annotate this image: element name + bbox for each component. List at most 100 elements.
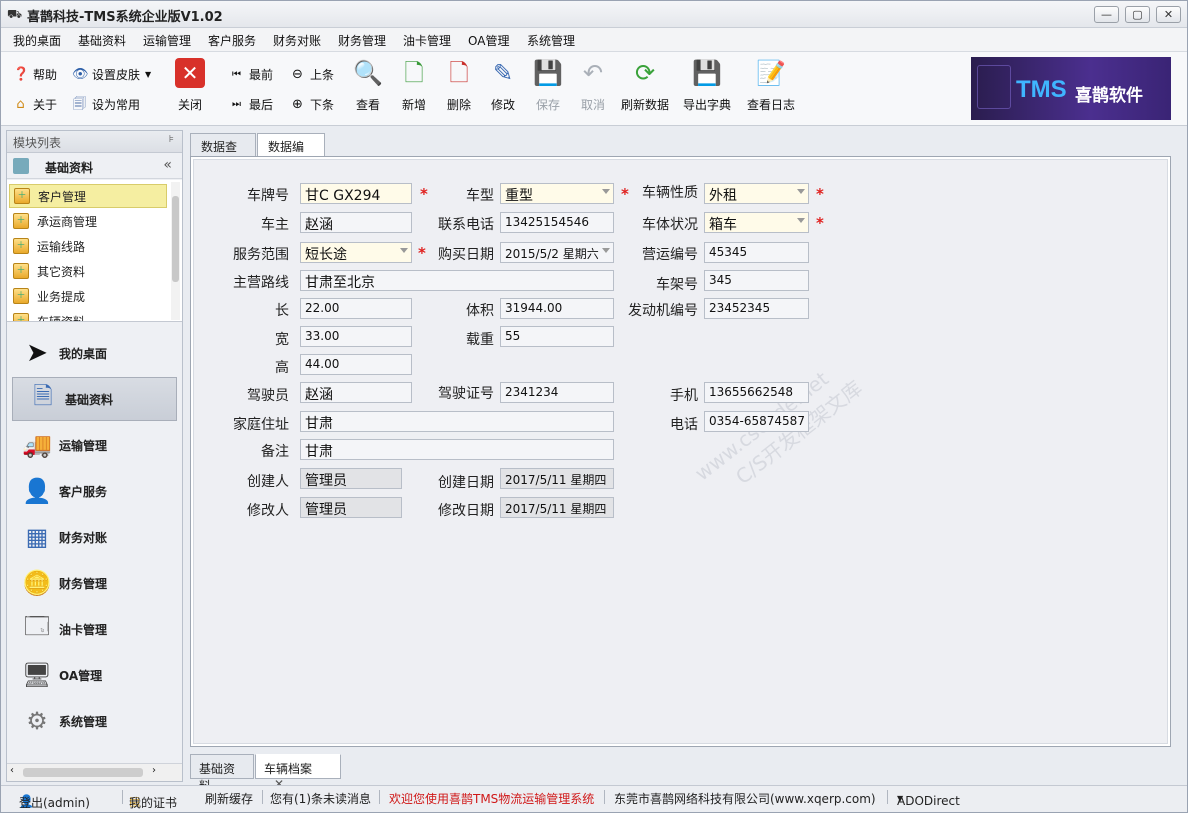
nav-system[interactable]: ⚙ 系统管理 <box>7 699 182 743</box>
maximize-button[interactable]: ▢ <box>1125 6 1150 23</box>
engine-field[interactable]: 23452345 <box>704 298 809 319</box>
nav-oilcard[interactable]: 🗔 油卡管理 <box>7 607 182 651</box>
prev-button[interactable]: ⊖ 上条 <box>290 66 334 83</box>
nav-oa[interactable]: 🖥 OA管理 <box>7 653 182 697</box>
length-field[interactable]: 22.00 <box>300 298 412 319</box>
doc-tab-basic[interactable]: 基础资料 <box>190 754 254 793</box>
export-button[interactable]: 💾 导出字典 <box>680 58 734 120</box>
owner-label: 车主 <box>261 217 289 233</box>
tree-scrollbar[interactable] <box>171 182 180 320</box>
close-icon: ✕ <box>175 58 205 88</box>
volume-field[interactable]: 31944.00 <box>500 298 614 319</box>
scroll-thumb[interactable] <box>172 196 179 282</box>
first-icon: ⏮ <box>232 69 241 80</box>
phone-field[interactable]: 13425154546 <box>500 212 614 233</box>
type-select[interactable]: 重型 <box>500 183 614 204</box>
buy-date-picker[interactable]: 2015/5/2 星期六 <box>500 242 614 263</box>
pin-icon[interactable]: ⊧ <box>169 134 174 145</box>
log-button[interactable]: 📝 查看日志 <box>742 58 800 120</box>
mobile-field[interactable]: 13655662548 <box>704 382 809 403</box>
undo-icon: ↶ <box>582 59 604 87</box>
driver-field[interactable]: 赵涵 <box>300 382 412 403</box>
menu-basic[interactable]: 基础资料 <box>78 32 126 49</box>
tree-item-commission[interactable]: ＋业务提成 <box>9 284 167 308</box>
load-field[interactable]: 55 <box>500 326 614 347</box>
menu-oa[interactable]: OA管理 <box>468 32 509 49</box>
menu-desktop[interactable]: 我的桌面 <box>13 32 61 49</box>
first-button[interactable]: ⏮ 最前 <box>229 66 273 83</box>
opno-field[interactable]: 45345 <box>704 242 809 263</box>
route-field[interactable]: 甘肃至北京 <box>300 270 614 291</box>
sidebar-group-basic[interactable]: 基础资料 « <box>7 153 182 179</box>
coins-icon: 🪙 <box>22 569 52 597</box>
bookmark-icon: 🗐 <box>73 97 86 112</box>
width-field[interactable]: 33.00 <box>300 326 412 347</box>
module-icon: ＋ <box>13 263 29 279</box>
menu-reconcile[interactable]: 财务对账 <box>273 32 321 49</box>
user-icon: 👤 <box>22 477 52 505</box>
close-button[interactable]: ✕ 关闭 <box>163 58 217 120</box>
next-button[interactable]: ⊕ 下条 <box>290 96 334 113</box>
divider <box>122 790 123 804</box>
nav-basic[interactable]: 🗎 基础资料 <box>12 377 177 421</box>
module-icon: ＋ <box>13 288 29 304</box>
body-select[interactable]: 箱车 <box>704 212 809 233</box>
owner-field[interactable]: 赵涵 <box>300 212 412 233</box>
menu-finance[interactable]: 财务管理 <box>338 32 386 49</box>
about-button[interactable]: ⌂ 关于 <box>13 96 57 113</box>
tel-field[interactable]: 0354-65874587 <box>704 411 809 432</box>
welcome-text: 欢迎您使用喜鹊TMS物流运输管理系统 <box>389 792 595 806</box>
tree-item-carrier[interactable]: ＋承运商管理 <box>9 209 167 233</box>
refresh-button[interactable]: ⟳ 刷新数据 <box>618 58 672 120</box>
export-icon: 💾 <box>692 59 722 87</box>
collapse-icon[interactable]: « <box>163 157 172 173</box>
note-field[interactable]: 甘肃 <box>300 439 614 460</box>
skin-button[interactable]: 👁 设置皮肤 ▼ <box>72 66 151 83</box>
scroll-right-icon[interactable]: › <box>152 765 156 776</box>
cancel-button[interactable]: ↶ 取消 <box>566 58 620 120</box>
nav-reconcile[interactable]: ▦ 财务对账 <box>7 515 182 559</box>
nav-desktop[interactable]: ➤ 我的桌面 <box>7 331 182 375</box>
unread-messages[interactable]: 您有(1)条未读消息 <box>270 790 371 807</box>
scope-select[interactable]: 短长途 <box>300 242 412 263</box>
tab-query[interactable]: 数据查询 <box>190 133 256 171</box>
minimize-button[interactable]: — <box>1094 6 1119 23</box>
set-common-button[interactable]: 🗐 设为常用 <box>72 96 140 113</box>
hscroll-thumb[interactable] <box>23 768 143 777</box>
tree-item-customer[interactable]: ＋客户管理 <box>9 184 167 208</box>
tree-item-route[interactable]: ＋运输线路 <box>9 234 167 258</box>
spreadsheet-icon: ▦ <box>25 523 49 551</box>
nature-select[interactable]: 外租 <box>704 183 809 204</box>
plate-field[interactable]: 甘C GX294 <box>300 183 412 204</box>
scroll-left-icon[interactable]: ‹ <box>10 765 14 776</box>
nav-finance[interactable]: 🪙 财务管理 <box>7 561 182 605</box>
menu-customer[interactable]: 客户服务 <box>208 32 256 49</box>
module-sidebar: 模块列表 ⊧ 基础资料 « ＋客户管理 ＋承运商管理 ＋运输线路 ＋其它资料 ＋业… <box>6 130 183 782</box>
license-label: 驾驶证号 <box>438 386 494 402</box>
close-window-button[interactable]: ✕ <box>1156 6 1181 23</box>
menu-system[interactable]: 系统管理 <box>527 32 575 49</box>
menu-transport[interactable]: 运输管理 <box>143 32 191 49</box>
create-date-label: 创建日期 <box>438 475 494 491</box>
frame-field[interactable]: 345 <box>704 270 809 291</box>
refresh-cache-button[interactable]: 刷新缓存 <box>205 790 253 807</box>
divider <box>379 790 380 804</box>
height-field[interactable]: 44.00 <box>300 354 412 375</box>
tab-edit[interactable]: 数据编辑 <box>257 133 325 171</box>
address-field[interactable]: 甘肃 <box>300 411 614 432</box>
help-button[interactable]: ❓ 帮助 <box>13 66 57 83</box>
menu-oilcard[interactable]: 油卡管理 <box>403 32 451 49</box>
module-tree: ＋客户管理 ＋承运商管理 ＋运输线路 ＋其它资料 ＋业务提成 ＋车辆资料 <box>7 180 182 322</box>
nav-transport[interactable]: 🚚 运输管理 <box>7 423 182 467</box>
tree-item-other[interactable]: ＋其它资料 <box>9 259 167 283</box>
last-button[interactable]: ⏭ 最后 <box>229 96 273 113</box>
sidebar-hscrollbar[interactable]: ‹ › <box>7 763 182 781</box>
chevron-down-icon <box>400 248 408 253</box>
gear-icon: ⚙ <box>26 707 48 735</box>
nav-customer[interactable]: 👤 客户服务 <box>7 469 182 513</box>
license-field[interactable]: 2341234 <box>500 382 614 403</box>
tree-item-vehicle[interactable]: ＋车辆资料 <box>9 309 167 321</box>
modifier-label: 修改人 <box>247 503 289 519</box>
doc-tab-vehicle[interactable]: 车辆档案✕ <box>255 754 341 791</box>
laptop-graphic <box>977 65 1011 109</box>
